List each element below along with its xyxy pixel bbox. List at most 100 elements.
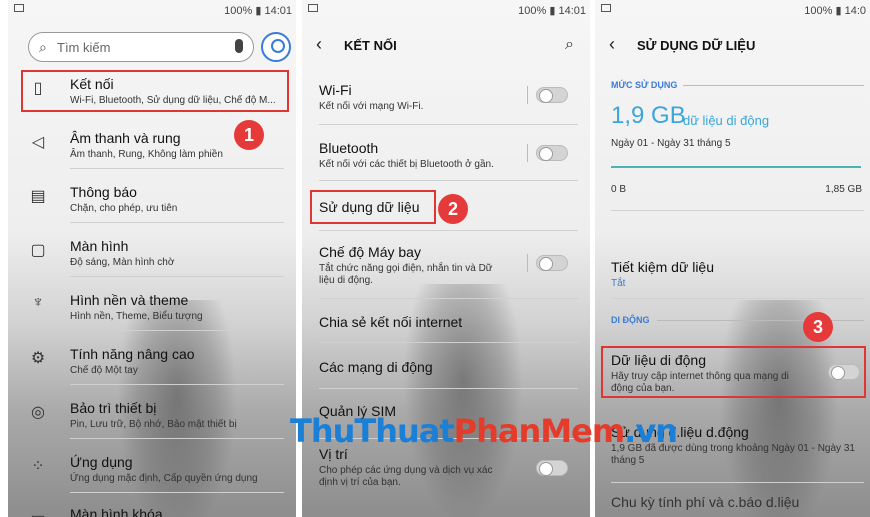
notification-icon: ▤ — [30, 188, 46, 205]
item-subtitle: Kết nối với mạng Wi-Fi. — [319, 101, 424, 112]
menu-item-display[interactable]: ▢ Màn hình Độ sáng, Màn hình chờ — [8, 238, 296, 272]
profile-button[interactable] — [261, 32, 291, 62]
item-subtitle: định vị trí của bạn. — [319, 477, 401, 488]
app-bar: ‹ KẾT NỐI ⌕ — [302, 28, 590, 62]
item-status: Tắt — [611, 278, 626, 289]
watermark-part: .vn — [624, 412, 678, 450]
search-placeholder: Tìm kiếm — [57, 40, 111, 55]
divider — [611, 298, 864, 299]
back-arrow-icon[interactable]: ‹ — [316, 34, 322, 55]
step-badge-3: 3 — [803, 312, 833, 342]
gear-plus-icon: ⚙ — [30, 350, 46, 367]
divider — [70, 330, 284, 331]
watermark-logo: ThuThuatPhanMem.vn — [290, 412, 678, 450]
microphone-icon[interactable] — [235, 39, 243, 53]
highlight-box — [310, 190, 436, 224]
page-title: SỬ DỤNG DỮ LIỆU — [637, 38, 756, 53]
item-title: Tính năng nâng cao — [70, 346, 195, 362]
menu-item-notifications[interactable]: ▤ Thông báo Chặn, cho phép, ưu tiên — [8, 184, 296, 218]
item-subtitle: Âm thanh, Rung, Không làm phiền — [70, 149, 223, 160]
highlight-box — [21, 70, 289, 112]
divider — [319, 298, 578, 299]
menu-item-wallpaper[interactable]: ♆ Hình nền và theme Hình nền, Theme, Biể… — [8, 292, 296, 326]
apps-icon: ⁘ — [31, 458, 45, 475]
item-subtitle: Chặn, cho phép, ưu tiên — [70, 203, 178, 214]
app-bar: ‹ SỬ DỤNG DỮ LIỆU — [595, 28, 870, 62]
back-arrow-icon[interactable]: ‹ — [609, 34, 615, 55]
menu-item-apps[interactable]: ⁘ Ứng dụng Ứng dụng mặc định, Cấp quyền … — [8, 454, 296, 488]
menu-item-mobile-networks[interactable]: Các mạng di động — [302, 359, 590, 379]
menu-item-tethering[interactable]: Chia sẻ kết nối internet — [302, 314, 590, 334]
item-subtitle: Chế độ Một tay — [70, 365, 138, 376]
item-title: Các mạng di động — [319, 359, 433, 375]
speaker-icon: ◁ — [31, 134, 45, 151]
item-title: Âm thanh và rung — [70, 130, 181, 146]
brush-icon: ♆ — [32, 294, 44, 311]
location-toggle[interactable] — [536, 460, 568, 476]
step-badge-1: 1 — [234, 120, 264, 150]
item-title: Ứng dụng — [70, 454, 133, 470]
search-icon[interactable]: ⌕ — [565, 36, 574, 54]
item-subtitle: Tắt chức năng gọi điện, nhắn tin và Dữ — [319, 263, 493, 274]
settings-panel: 100% ▮ 14:01 ⌕ Tìm kiếm ▯ Kết nối Wi-Fi,… — [8, 0, 296, 517]
watermark-part: ThuThuat — [290, 412, 455, 450]
divider — [70, 438, 284, 439]
divider — [70, 222, 284, 223]
menu-item-data-saver[interactable]: Tiết kiệm dữ liệu Tắt — [595, 259, 870, 293]
lock-screen-icon: ▭ — [28, 508, 48, 517]
item-subtitle: Pin, Lưu trữ, Bộ nhớ, Bảo mật thiết bị — [70, 419, 237, 430]
divider — [70, 168, 284, 169]
item-subtitle: liệu di động. — [319, 275, 373, 286]
divider — [611, 482, 864, 483]
maintenance-icon: ◎ — [31, 404, 45, 421]
item-title: Chế độ Máy bay — [319, 244, 421, 260]
bluetooth-toggle[interactable] — [536, 145, 568, 161]
divider — [70, 276, 284, 277]
menu-item-advanced[interactable]: ⚙ Tính năng nâng cao Chế độ Một tay — [8, 346, 296, 380]
usage-unit: dữ liệu di động — [683, 113, 770, 128]
item-subtitle: Cho phép các ứng dụng và dịch vụ xác — [319, 465, 493, 476]
divider — [70, 492, 284, 493]
item-title: Chu kỳ tính phí và c.báo d.liệu — [611, 494, 800, 510]
watermark-part: PhanMem — [453, 412, 625, 450]
section-divider — [657, 320, 864, 321]
wifi-toggle[interactable] — [536, 87, 568, 103]
divider — [319, 230, 578, 231]
divider — [70, 384, 284, 385]
airplane-toggle[interactable] — [536, 255, 568, 271]
item-subtitle: Ứng dụng mặc định, Cấp quyền ứng dụng — [70, 473, 258, 484]
usage-bar — [611, 166, 861, 168]
divider — [319, 180, 578, 181]
range-max: 1,85 GB — [825, 184, 862, 195]
usage-section-header: MỨC SỬ DỤNG — [611, 80, 678, 90]
divider — [611, 210, 864, 211]
menu-item-lock-screen[interactable]: ▭ Màn hình khóa — [8, 506, 296, 517]
page-title: KẾT NỐI — [344, 38, 397, 53]
item-subtitle: Hình nền, Theme, Biểu tượng — [70, 311, 203, 322]
item-title: Bảo trì thiết bị — [70, 400, 157, 416]
item-title: Chia sẻ kết nối internet — [319, 314, 463, 330]
separator — [527, 144, 528, 162]
search-bar[interactable]: ⌕ Tìm kiếm — [28, 32, 254, 62]
item-subtitle: tháng 5 — [611, 455, 645, 466]
separator — [527, 254, 528, 272]
usage-period: Ngày 01 - Ngày 31 tháng 5 — [611, 138, 731, 149]
range-min: 0 B — [611, 184, 627, 195]
divider — [319, 388, 578, 389]
item-title: Bluetooth — [319, 140, 379, 156]
item-subtitle: Độ sáng, Màn hình chờ — [70, 257, 175, 268]
search-icon: ⌕ — [39, 39, 47, 55]
divider — [319, 124, 578, 125]
separator — [527, 86, 528, 104]
step-badge-2: 2 — [438, 194, 468, 224]
item-title: Hình nền và theme — [70, 292, 189, 308]
display-icon: ▢ — [30, 242, 46, 259]
divider — [319, 342, 578, 343]
menu-item-maintenance[interactable]: ◎ Bảo trì thiết bị Pin, Lưu trữ, Bộ nhớ,… — [8, 400, 296, 434]
item-title: Màn hình — [70, 238, 129, 254]
item-subtitle: Kết nối với các thiết bị Bluetooth ở gần… — [319, 159, 494, 170]
item-title: Màn hình khóa — [70, 506, 163, 517]
usage-value: 1,9 GB — [611, 102, 686, 129]
menu-item-billing-cycle[interactable]: Chu kỳ tính phí và c.báo d.liệu — [595, 494, 870, 514]
item-title: Tiết kiệm dữ liệu — [611, 259, 714, 275]
